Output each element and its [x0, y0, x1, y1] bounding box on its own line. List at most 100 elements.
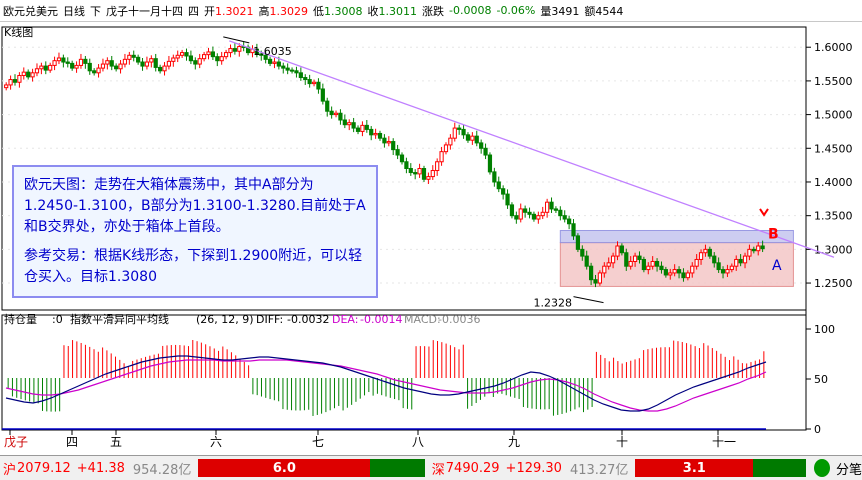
candle-body: [523, 208, 528, 213]
candle-body: [175, 54, 180, 59]
instrument-name[interactable]: 欧元兑美元: [3, 3, 58, 19]
candle-body: [395, 149, 400, 156]
high-marker: [223, 36, 250, 44]
close-value: 1.3011: [378, 4, 418, 18]
quote-header: 欧元兑美元 日线 下 戊子十一月十四 四 开1.3021 高1.3029 低1.…: [0, 0, 862, 22]
candle-body: [712, 255, 717, 264]
candle-body: [760, 245, 765, 250]
sz-weak-bar: [753, 459, 806, 477]
change-pct: -0.06%: [496, 4, 536, 17]
macd-tick-label: 100: [814, 323, 835, 336]
high-value: 1.3029: [269, 4, 309, 18]
sh-label: 沪: [3, 462, 17, 478]
candle-body: [597, 272, 603, 284]
candle-body: [698, 252, 704, 260]
candle-body: [342, 119, 347, 126]
candle-body: [518, 208, 523, 220]
note-paragraph-2: 参考交易：根据K线形态，下探到1.2900附近，可以轻仓买入。目标1.3080: [24, 248, 363, 285]
macd-tick-label: 50: [814, 373, 828, 386]
macd-name[interactable]: 指数平滑异同平均线: [70, 312, 169, 326]
candle-body: [681, 272, 686, 279]
candle-body: [267, 58, 273, 64]
candle-body: [92, 70, 97, 74]
candle-body: [105, 60, 110, 65]
candle-body: [386, 141, 391, 144]
dea-value: -0.0014: [360, 313, 402, 326]
candle-body: [171, 57, 176, 62]
candle-body: [144, 61, 150, 67]
open-value: 1.3021: [215, 4, 254, 18]
month-label: 六: [210, 435, 222, 449]
low-quote: 低1.3008: [313, 3, 363, 19]
low-label: 低: [313, 4, 324, 18]
position-indicator-title[interactable]: 持仓量: [4, 312, 37, 326]
candle-body: [12, 79, 18, 83]
candle-body: [311, 81, 317, 85]
candle-body: [61, 57, 66, 63]
candle-body: [540, 211, 545, 217]
candle-body: [619, 245, 624, 254]
candle-body: [285, 67, 290, 71]
direction-label: 下: [90, 4, 101, 18]
candle-body: [127, 54, 132, 60]
candle-body: [373, 132, 378, 136]
candle-body: [439, 151, 444, 163]
candle-body: [465, 134, 471, 141]
candle-body: [505, 193, 510, 206]
candle-body: [501, 188, 506, 195]
period-label[interactable]: 日线: [63, 3, 85, 19]
candle-body: [294, 70, 299, 74]
candle-body: [272, 61, 277, 64]
box-b: [559, 229, 794, 244]
candle-body: [703, 248, 708, 254]
close-quote: 收1.3011: [368, 3, 418, 19]
sh-index-cell[interactable]: 沪 2079.12 +41.38 954.28亿: [0, 458, 194, 478]
connection-status-icon[interactable]: [813, 459, 830, 477]
price-tick-label: 1.3000: [814, 243, 853, 256]
candle-body: [369, 128, 374, 136]
volume-label: 量: [540, 4, 552, 18]
sz-index-cell[interactable]: 深 7490.29 +129.30 413.27亿: [429, 458, 632, 478]
sz-change: +129.30: [505, 460, 562, 476]
sz-label: 深: [431, 462, 445, 478]
candle-body: [747, 248, 752, 257]
candle-body: [668, 272, 673, 276]
candle-body: [96, 67, 101, 74]
candle-body: [122, 58, 128, 65]
candle-body: [8, 79, 13, 86]
sh-amount: 954.28亿: [132, 462, 192, 478]
macd-axis: 100 50 0: [2, 323, 835, 436]
candle-body: [610, 255, 616, 264]
macd-panel-frame: [1, 314, 807, 431]
price-tick-label: 1.3500: [814, 210, 853, 223]
candle-body: [725, 269, 730, 274]
candle-body: [87, 62, 92, 72]
candle-body: [549, 201, 554, 210]
candle-body: [74, 64, 79, 69]
month-label: 四: [66, 435, 78, 449]
candle-body: [180, 52, 185, 56]
candle-body: [338, 112, 343, 121]
candle-body: [140, 61, 145, 67]
candle-body: [663, 269, 668, 276]
macd-title: 持仓量 :0 指数平滑异同平均线 (26, 12, 9) DIFF: -0.00…: [4, 312, 480, 326]
diff-label: DIFF:: [256, 313, 283, 326]
candle-body: [43, 65, 48, 71]
candle-body: [496, 181, 501, 190]
month-label: 八: [412, 435, 424, 449]
candle-body: [756, 245, 761, 252]
macd-value: -0.0036: [438, 313, 480, 326]
candle-body: [136, 56, 141, 63]
candle-body: [333, 112, 339, 116]
candle-body: [672, 269, 677, 274]
candle-body: [65, 61, 70, 64]
candle-body: [166, 60, 172, 67]
sz-bar-value: 3.1: [682, 460, 706, 476]
candle-body: [632, 255, 638, 262]
candle-body: [536, 215, 541, 220]
candle-body: [742, 255, 748, 264]
kline-tab[interactable]: K线图: [4, 25, 33, 39]
candle-body: [210, 51, 215, 58]
candle-body: [56, 57, 62, 62]
tick-detail-label[interactable]: 分笔: [836, 459, 862, 478]
